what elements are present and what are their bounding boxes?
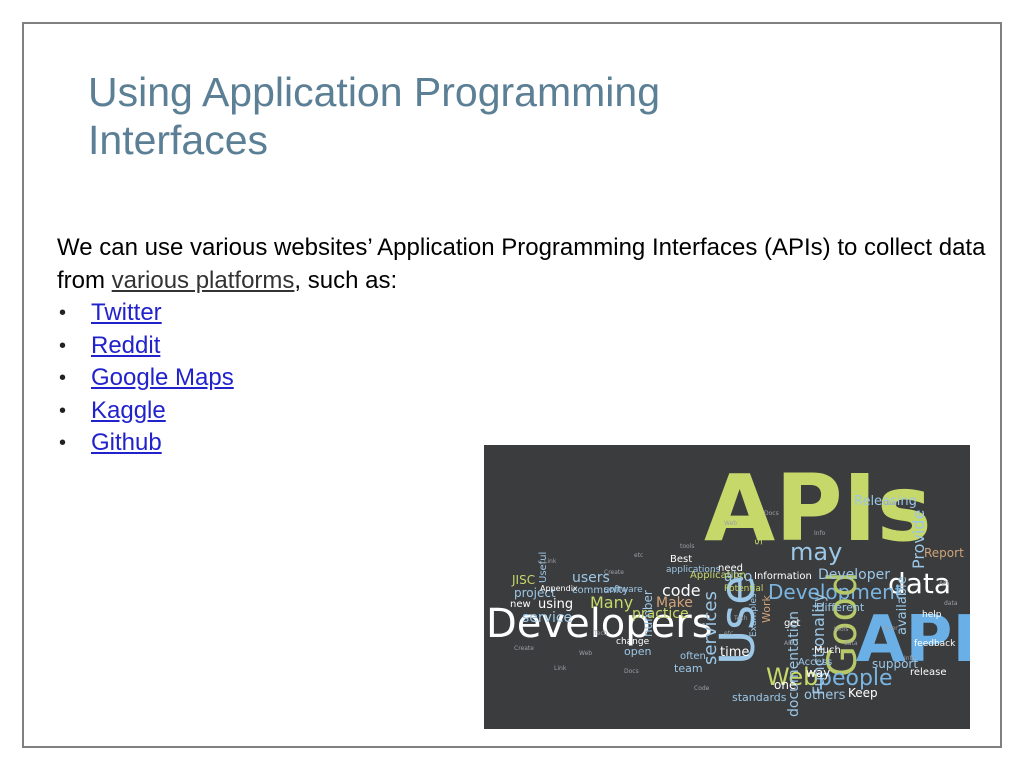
word-cloud-filler-text: Docs	[764, 510, 779, 517]
word-cloud-word: software	[604, 585, 643, 595]
word-cloud-word: Provide	[909, 510, 928, 569]
word-cloud-filler-text: Info	[814, 530, 826, 537]
intro-paragraph: We can use various websites’ Application…	[57, 232, 987, 297]
word-cloud-word: Developer	[818, 567, 890, 583]
word-cloud-filler-text: Create	[604, 569, 624, 576]
word-cloud-filler-text: Tech	[593, 630, 608, 637]
word-cloud-filler-text: Docs	[624, 668, 639, 675]
slide-title: Using Application Programming Interfaces	[88, 69, 660, 163]
word-cloud-word: others	[804, 688, 846, 703]
word-cloud-filler-text: etc	[634, 552, 643, 559]
word-cloud-word: feedback	[914, 639, 956, 649]
api-word-cloud-image: APIs Developers API data Use Development Good W…	[484, 445, 970, 729]
bullet-icon: •	[59, 367, 67, 389]
api-list-item: • Twitter	[57, 297, 987, 330]
api-list-item: • Reddit	[57, 330, 987, 363]
word-cloud-word: Report	[924, 546, 964, 560]
word-cloud-word: Work	[760, 595, 773, 623]
word-cloud-word: one	[774, 678, 796, 692]
word-cloud-word: using	[538, 597, 573, 612]
api-list: • Twitter • Reddit • Google Maps • Kaggle • G…	[57, 297, 987, 460]
github-link[interactable]: Github	[91, 429, 162, 456]
word-cloud-filler-text: tools	[834, 626, 849, 633]
word-cloud-filler-text: Web	[579, 650, 592, 657]
word-cloud-filler-text: Create	[514, 645, 534, 652]
word-cloud-filler-text: data	[844, 640, 858, 647]
word-cloud-filler-text: Code	[694, 685, 710, 692]
word-cloud-word: number	[641, 590, 655, 637]
twitter-link[interactable]: Twitter	[91, 299, 162, 326]
word-cloud-word: Different	[816, 601, 865, 614]
word-cloud-filler-text: Link	[554, 665, 567, 672]
word-cloud-filler-text: User	[884, 500, 898, 507]
word-cloud-word: JISC	[511, 573, 535, 587]
word-cloud-word: Examples	[749, 593, 759, 637]
word-cloud-word: time	[720, 645, 749, 660]
word-cloud-filler-text: data	[944, 600, 958, 607]
word-cloud-filler-text: Link	[544, 558, 557, 565]
word-cloud-word: service	[522, 610, 572, 626]
word-cloud-word: often	[680, 651, 706, 662]
word-cloud-filler-text: Tech	[733, 615, 748, 622]
word-cloud-word: Keep	[848, 686, 878, 700]
word-cloud-filler-text: etc	[724, 630, 733, 637]
google-maps-link[interactable]: Google Maps	[91, 364, 234, 391]
bullet-icon: •	[59, 302, 67, 324]
word-cloud-word: Make	[656, 595, 693, 611]
word-cloud-filler-text: User	[884, 625, 898, 632]
word-cloud-word: team	[674, 662, 703, 675]
slide-body: We can use various websites’ Application…	[57, 232, 987, 460]
various-platforms-link[interactable]: various platforms	[112, 267, 295, 294]
word-cloud-word: Appendix	[540, 584, 578, 593]
bullet-icon: •	[59, 399, 67, 422]
word-cloud-filler-text: API	[784, 640, 794, 647]
word-cloud-word: applications	[666, 565, 721, 575]
word-cloud-filler-text: Info	[904, 655, 916, 662]
word-cloud-word: way	[806, 666, 830, 680]
word-cloud-word: change	[616, 637, 650, 647]
word-cloud-word: Information	[754, 571, 812, 582]
bullet-icon: •	[59, 334, 67, 357]
word-cloud-word: standards	[732, 691, 787, 704]
word-cloud-filler-text: Web	[724, 520, 737, 527]
word-cloud-filler-text: tools	[680, 543, 695, 550]
kaggle-link[interactable]: Kaggle	[91, 397, 166, 424]
word-cloud-filler-text: API	[939, 580, 949, 587]
word-cloud-svg: APIsDevelopers APIdataUse DevelopmentGoodW…	[486, 455, 970, 717]
bullet-icon: •	[59, 432, 67, 454]
word-cloud-word: Potential	[724, 584, 763, 594]
word-cloud-word: help	[922, 610, 942, 620]
word-cloud-word: may	[790, 538, 842, 566]
word-cloud-word: get	[784, 618, 801, 629]
reddit-link[interactable]: Reddit	[91, 332, 160, 359]
word-cloud-word: Much	[814, 645, 841, 656]
word-cloud-word: new	[510, 599, 531, 610]
api-list-item: • Google Maps	[57, 362, 987, 395]
word-cloud-word: release	[910, 667, 946, 678]
word-cloud-word: Useful	[538, 552, 549, 583]
word-cloud-word: Access	[798, 657, 832, 668]
api-list-item: • Kaggle	[57, 395, 987, 428]
word-cloud-word: Best	[670, 554, 692, 565]
intro-text-end: , such as:	[294, 266, 398, 294]
